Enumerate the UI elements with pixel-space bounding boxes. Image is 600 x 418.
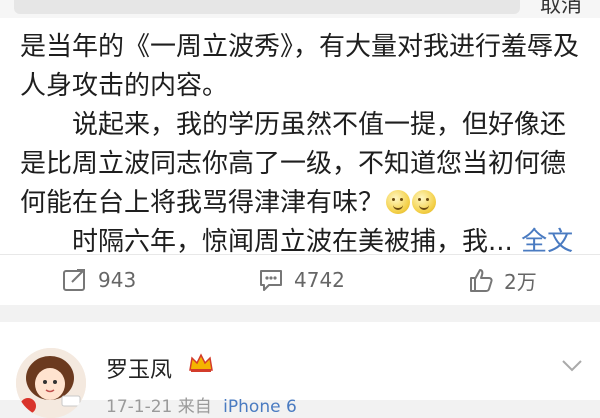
feed-separator xyxy=(0,305,600,322)
post-paragraph-text: 说起来，我的学历虽然不值一提，但好像还是比周立波同志你高了一级，不知道您当初何德… xyxy=(20,110,567,218)
repost-count: 943 xyxy=(98,268,137,292)
repost-icon xyxy=(63,269,85,291)
source-prefix: 来自 xyxy=(177,397,212,417)
smiley-icon xyxy=(386,190,411,214)
smiley-icon xyxy=(412,190,437,214)
post-card: 是当年的《一周立波秀》，有大量对我进行羞辱及 人身攻击的内容。 说起来，我的学历… xyxy=(0,18,600,257)
chevron-down-icon[interactable] xyxy=(560,358,584,374)
next-post-header: 罗玉凤 17-1-21 来自 iPhone 6 xyxy=(0,322,600,418)
post-line: 是当年的《一周立波秀》，有大量对我进行羞辱及 xyxy=(20,32,580,62)
repost-button[interactable]: 943 xyxy=(62,255,136,305)
cancel-button[interactable]: 取消 xyxy=(540,0,582,19)
avatar-image xyxy=(16,348,86,418)
avatar[interactable] xyxy=(16,348,86,418)
username[interactable]: 罗玉凤 xyxy=(106,352,172,384)
comment-icon xyxy=(260,270,282,291)
comment-button[interactable]: 4742 xyxy=(258,255,345,305)
like-button[interactable]: 2万 xyxy=(468,255,537,305)
top-bar: 取消 xyxy=(0,0,600,18)
post-action-bar: 943 4742 2万 xyxy=(0,254,600,305)
crown-icon xyxy=(189,353,213,372)
post-body: 是当年的《一周立波秀》，有大量对我进行羞辱及 人身攻击的内容。 说起来，我的学历… xyxy=(20,28,586,262)
expand-full-text-link[interactable]: 全文 xyxy=(521,227,573,257)
post-paragraph: 说起来，我的学历虽然不值一提，但好像还是比周立波同志你高了一级，不知道您当初何德… xyxy=(20,106,586,223)
like-count: 2万 xyxy=(504,269,537,294)
thumbs-up-icon xyxy=(470,269,493,292)
comment-count: 4742 xyxy=(294,268,345,292)
search-field[interactable] xyxy=(14,0,520,14)
post-line: 人身攻击的内容。 xyxy=(20,71,229,101)
post-time: 17-1-21 xyxy=(106,397,173,417)
post-paragraph-text: 时隔六年，惊闻周立波在美被捕，我... xyxy=(72,227,513,257)
post-meta: 17-1-21 来自 iPhone 6 xyxy=(106,392,297,417)
source-device[interactable]: iPhone 6 xyxy=(223,397,297,417)
